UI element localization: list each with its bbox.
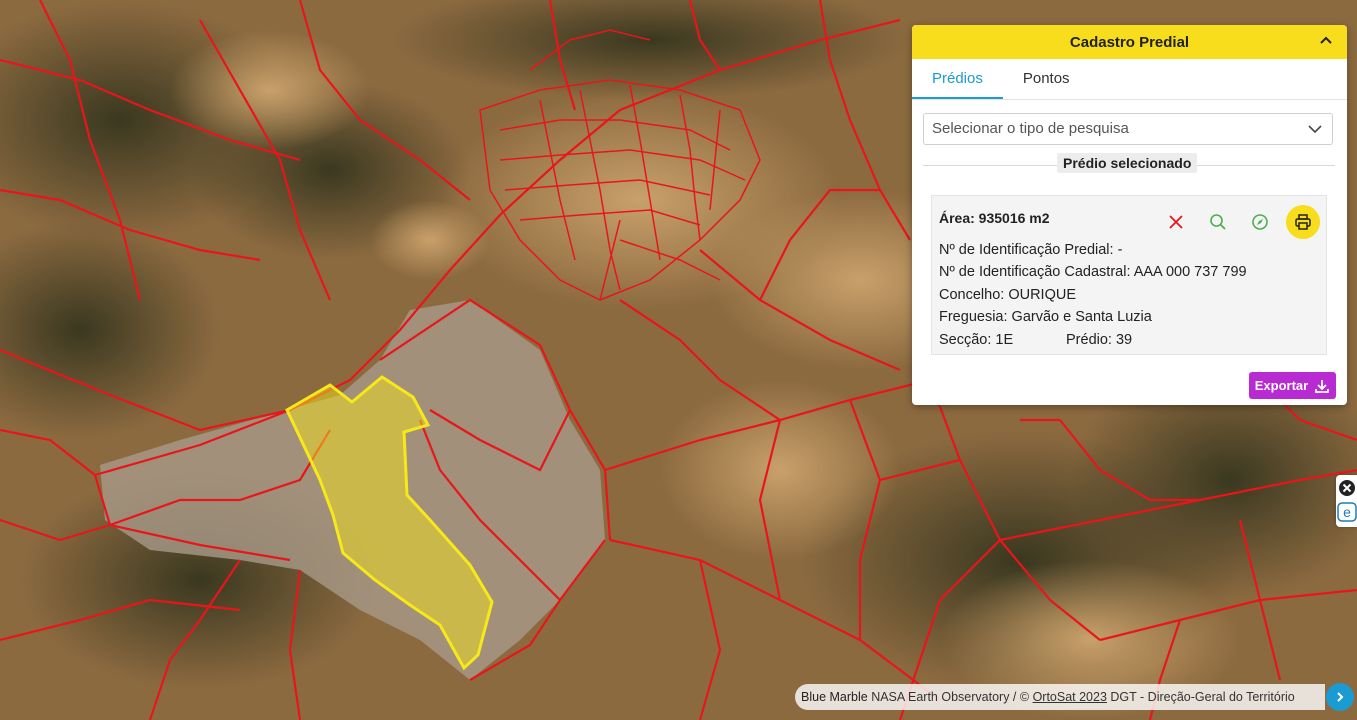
search-type-select[interactable]: Selecionar o tipo de pesquisa (923, 113, 1333, 145)
freguesia: Freguesia: Garvão e Santa Luzia (939, 309, 1152, 325)
chevron-up-icon[interactable] (1317, 32, 1335, 50)
attribution-dgt: DGT - Direção-Geral do Território (1110, 690, 1295, 704)
selected-parcel-card: Área: 935016 m2 Nº de Identificação Pred… (931, 195, 1327, 355)
predial-id: Nº de Identificação Predial: - (939, 242, 1123, 258)
chevron-right-icon (1337, 692, 1344, 702)
cadastral-id: Nº de Identificação Cadastral: AAA 000 7… (939, 264, 1247, 280)
zoom-to-button[interactable] (1201, 205, 1235, 239)
accessibility-e-icon[interactable]: e (1337, 502, 1357, 522)
locate-button[interactable] (1243, 205, 1277, 239)
map-attribution: Blue Marble NASA Earth Observatory / © O… (795, 684, 1325, 710)
panel-header: Cadastro Predial (912, 25, 1347, 59)
download-icon (1315, 379, 1330, 393)
cadastro-predial-panel: Cadastro Predial Prédios Pontos Selecion… (912, 25, 1347, 405)
concelho: Concelho: OURIQUE (939, 287, 1076, 303)
tab-bar: Prédios Pontos (912, 59, 1347, 100)
svg-text:e: e (1343, 504, 1351, 520)
predio: Prédio: 39 (1066, 332, 1133, 348)
tab-pontos[interactable]: Pontos (1003, 59, 1090, 99)
search-icon (1210, 214, 1226, 230)
search-type-placeholder: Selecionar o tipo de pesquisa (932, 120, 1129, 137)
close-button[interactable] (1159, 205, 1193, 239)
tab-predios[interactable]: Prédios (912, 59, 1003, 99)
attribution-blue-marble: Blue Marble (801, 690, 868, 704)
close-circle-icon[interactable] (1337, 478, 1357, 498)
attribution-ortosat-link[interactable]: OrtoSat 2023 (1033, 690, 1107, 704)
export-button[interactable]: Exportar (1249, 372, 1336, 399)
attribution-nasa: NASA Earth Observatory / © (871, 690, 1030, 704)
section-title: Prédio selecionado (1057, 153, 1198, 173)
print-icon (1295, 214, 1311, 230)
seccao: Secção: 1E (939, 332, 1014, 348)
export-label: Exportar (1254, 378, 1309, 393)
chevron-down-icon (1308, 125, 1322, 134)
compass-icon (1252, 214, 1268, 230)
area-value: Área: 935016 m2 (939, 210, 1050, 226)
side-widget[interactable]: e (1336, 475, 1357, 527)
panel-title: Cadastro Predial (1069, 33, 1190, 51)
close-icon (1169, 215, 1183, 229)
attribution-toggle-button[interactable] (1326, 683, 1354, 711)
print-button[interactable] (1286, 205, 1320, 239)
